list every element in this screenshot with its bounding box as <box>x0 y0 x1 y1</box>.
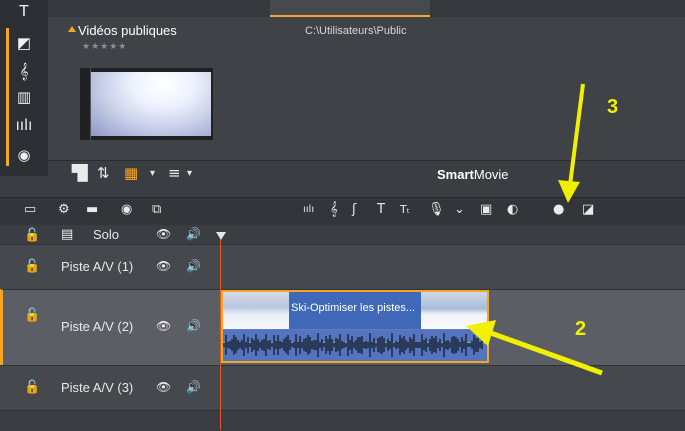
track-label: Piste A/V (1) <box>61 259 134 274</box>
track-label: Piste A/V (3) <box>61 380 134 395</box>
clip-thumbnail-start <box>223 292 289 329</box>
microphone-icon[interactable]: 🎙 <box>428 200 445 220</box>
clip-audio-waveform <box>223 330 487 361</box>
thumbnail-image <box>91 72 211 136</box>
lock-icon[interactable]: 🔓 <box>24 308 40 323</box>
library-toolbar <box>48 160 685 187</box>
solo-icon[interactable]: ▤ <box>61 227 73 242</box>
video-thumbnail[interactable] <box>80 68 213 140</box>
eye-icon[interactable]: 👁 <box>156 259 171 273</box>
chevron-down-icon[interactable]: ▾ <box>187 168 192 179</box>
track-label: Solo <box>93 227 120 242</box>
speaker-icon[interactable]: 🔊 <box>186 380 201 394</box>
title-icon[interactable]: T <box>377 200 385 220</box>
image-effect-icon[interactable]: ◪ <box>582 200 594 220</box>
playhead-line[interactable] <box>220 232 221 430</box>
settings-icon[interactable]: ⚙ <box>58 200 70 220</box>
clip-thumbnail-end <box>421 292 487 329</box>
top-tab[interactable] <box>270 0 430 17</box>
page-icon[interactable]: ▝▉ <box>66 164 89 182</box>
title-3d-icon[interactable]: Tₜ <box>400 200 410 220</box>
lock-icon[interactable]: 🔓 <box>24 380 40 395</box>
eye-icon[interactable]: 👁 <box>156 380 171 394</box>
voice-icon[interactable]: ⌄ <box>454 200 465 220</box>
film-strip <box>80 68 91 140</box>
library-title: Vidéos publiques <box>78 23 177 38</box>
track-solo: 🔓 ▤ Solo 👁 🔊 <box>0 226 685 243</box>
waveform-tool-icon[interactable]: ıılı <box>14 116 34 134</box>
export-icon[interactable]: ⧉ <box>152 200 161 220</box>
list-view-icon[interactable]: ≡ <box>168 164 181 182</box>
multicam-icon[interactable]: ▣ <box>480 200 492 220</box>
chevron-down-icon[interactable]: ▾ <box>150 168 155 179</box>
speaker-icon[interactable]: 🔊 <box>186 227 201 241</box>
disc-icon[interactable]: ◉ <box>121 200 132 220</box>
eye-icon[interactable]: 👁 <box>156 227 171 241</box>
track-menu-icon[interactable]: ▭ <box>24 200 36 220</box>
lock-icon[interactable]: 🔓 <box>24 259 40 274</box>
piano-tool-icon[interactable]: ▥ <box>14 88 34 106</box>
smartmovie-button[interactable]: SmartMovie <box>437 167 509 182</box>
track-av-1: 🔓 Piste A/V (1) 👁 🔊 <box>0 244 685 289</box>
music-tool-icon[interactable]: 𝄞 <box>14 62 34 80</box>
transition-tool-icon[interactable]: ◩ <box>14 34 34 52</box>
track-label: Piste A/V (2) <box>61 319 134 334</box>
smartmovie-prefix: Smart <box>437 167 474 182</box>
accent-bar <box>6 28 9 166</box>
clip-title: Ski-Optimiser les pistes... <box>291 302 416 314</box>
speaker-icon[interactable]: 🔊 <box>186 319 201 333</box>
disc-tool-icon[interactable]: ◉ <box>14 146 34 164</box>
eye-icon[interactable]: 👁 <box>156 319 171 333</box>
grid-view-icon[interactable]: ▦ <box>124 164 138 182</box>
speaker-icon[interactable]: 🔊 <box>186 259 201 273</box>
motion-tracking-icon[interactable]: ● <box>553 200 564 220</box>
smartmovie-suffix: Movie <box>473 167 509 182</box>
marker-icon[interactable]: ▬ <box>86 200 98 220</box>
track-av-3: 🔓 Piste A/V (3) 👁 🔊 <box>0 365 685 410</box>
audio-mixer-icon[interactable]: ıılı <box>303 200 314 220</box>
annotation-label-2: 2 <box>575 318 587 340</box>
waveform-bar <box>481 340 483 350</box>
library-path: C:\Utilisateurs\Public <box>305 25 407 37</box>
lock-icon[interactable]: 🔓 <box>24 228 40 243</box>
color-correction-icon[interactable]: ◐ <box>507 200 518 220</box>
rating-stars[interactable]: ★★★★★ <box>82 42 127 52</box>
playhead-handle[interactable] <box>216 232 226 240</box>
tool-strip: T ◩ 𝄞 ▥ ıılı ◉ <box>0 0 48 176</box>
annotation-label-3: 3 <box>607 96 619 118</box>
collapse-arrow-icon[interactable] <box>68 26 76 32</box>
sync-icon[interactable]: ⇅ <box>97 164 110 182</box>
music-icon[interactable]: 𝄞 <box>330 200 338 220</box>
score-icon[interactable]: ʃ <box>352 200 356 220</box>
text-tool-icon[interactable]: T <box>14 2 34 20</box>
track-empty <box>0 410 685 431</box>
